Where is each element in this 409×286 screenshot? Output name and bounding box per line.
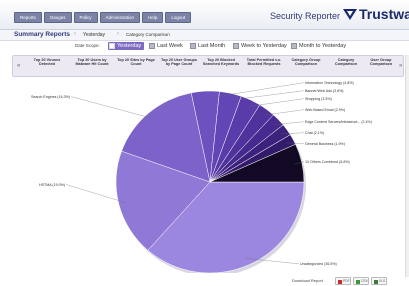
pie-leader-line bbox=[228, 90, 304, 101]
brand-logo: Trustwave bbox=[343, 6, 409, 22]
pie-label: Uncategorized (36.5%) bbox=[300, 262, 337, 266]
date-last-week-button[interactable]: Last Week bbox=[148, 42, 186, 50]
tabs-scroll-left-icon[interactable]: « bbox=[17, 63, 20, 69]
tab-permitted-vs-blocked[interactable]: Total Permitted v.s. Blocked Requests bbox=[243, 58, 285, 76]
pie-label: Edge Content Servers/Infrastruct... (2.4… bbox=[305, 120, 372, 124]
download-pdf-label: PDF bbox=[343, 279, 350, 284]
date-month-to-yesterday-label: Month to Yesterday bbox=[299, 43, 347, 49]
tab-top-sites[interactable]: Top 20 Sites by Page Count bbox=[116, 58, 156, 76]
download-xls-label: XLS bbox=[379, 279, 386, 284]
breadcrumb-yesterday[interactable]: Yesterday bbox=[83, 32, 105, 38]
nav-policy[interactable]: Policy bbox=[73, 12, 98, 23]
date-month-to-yesterday-button[interactable]: Month to Yesterday bbox=[290, 42, 349, 50]
nav-gauges[interactable]: Gauges bbox=[43, 12, 72, 23]
tab-user-group-comparison[interactable]: User Group Comparison bbox=[365, 58, 397, 76]
date-last-month-label: Last Month bbox=[198, 43, 226, 49]
pie-leader-line bbox=[205, 82, 304, 99]
date-week-to-yesterday-label: Week to Yesterday bbox=[241, 43, 287, 49]
calendar-icon bbox=[149, 43, 155, 49]
pie-label: Chat (2.1%) bbox=[305, 131, 324, 135]
tab-top-viruses[interactable]: Top 20 Viruses Detected bbox=[27, 58, 67, 76]
breadcrumb-separator-icon: › bbox=[74, 31, 76, 37]
xls-icon bbox=[374, 279, 378, 284]
download-csv-label: CSV bbox=[361, 279, 368, 284]
footer-bar: Download Report PDF CSV XLS bbox=[0, 276, 409, 286]
date-scope-label: Date Scope: bbox=[75, 43, 100, 48]
download-pdf-button[interactable]: PDF bbox=[335, 277, 351, 285]
pie-label: Information Technology (4.8%) bbox=[305, 81, 354, 85]
pie-label: Web Based Email (2.9%) bbox=[305, 108, 345, 112]
calendar-icon bbox=[291, 43, 297, 49]
date-last-week-label: Last Week bbox=[157, 43, 183, 49]
top-header: Reports Gauges Policy Administration Hel… bbox=[0, 0, 409, 30]
download-xls-button[interactable]: XLS bbox=[371, 277, 387, 285]
tab-top-user-groups[interactable]: Top 20 User Groups by Page Count bbox=[159, 58, 199, 76]
nav-administration[interactable]: Administration bbox=[99, 12, 141, 23]
tab-category-group-comparison[interactable]: Category Group Comparison bbox=[287, 58, 325, 76]
pie-label: Shopping (3.5%) bbox=[305, 97, 332, 101]
calendar-icon bbox=[109, 43, 115, 49]
brand-name: Trustwave bbox=[359, 6, 409, 22]
date-scope-bar: Date Scope: Yesterday Last Week Last Mon… bbox=[0, 41, 409, 52]
calendar-icon bbox=[233, 43, 239, 49]
nav-reports[interactable]: Reports bbox=[14, 12, 42, 23]
breadcrumb-category-comparison: Category Comparison bbox=[126, 32, 170, 37]
pie-label: General Business (1.9%) bbox=[305, 142, 345, 146]
calendar-icon bbox=[190, 43, 196, 49]
pie-leader-line bbox=[71, 96, 154, 119]
pie-label: Banner/Web Ads (3.8%) bbox=[305, 89, 344, 93]
nav-logout[interactable]: Logout bbox=[165, 12, 192, 23]
breadcrumb: Summary Reports › Yesterday › Category C… bbox=[0, 30, 409, 41]
nav-help[interactable]: Help bbox=[142, 12, 164, 23]
chart-area: Uncategorized (36.5%) HSTMA (19.0%) Search… bbox=[10, 78, 404, 273]
pie-chart: Uncategorized (36.5%) HSTMA (19.0%) Search… bbox=[31, 81, 372, 273]
tab-top-users-malware[interactable]: Top 20 Users by Malware Hit Count bbox=[71, 58, 113, 76]
csv-icon bbox=[356, 279, 360, 284]
trustwave-logo-icon bbox=[343, 9, 357, 20]
tabs-scroll-right-icon[interactable]: » bbox=[399, 63, 402, 69]
report-tabs: « Top 20 Viruses Detected Top 20 Users b… bbox=[12, 55, 404, 77]
pie-label: HSTMA (19.0%) bbox=[39, 183, 65, 187]
pdf-icon bbox=[338, 279, 342, 284]
pie-label: Search Engines (16.3%) bbox=[31, 95, 70, 99]
breadcrumb-summary-reports[interactable]: Summary Reports bbox=[14, 31, 70, 38]
download-report-label: Download Report bbox=[292, 278, 323, 283]
tab-top-blocked-keywords[interactable]: Top 20 Blocked Searched Keywords bbox=[201, 58, 241, 76]
pie-label: 10 Others Combined (6.8%) bbox=[305, 160, 350, 164]
date-yesterday-button[interactable]: Yesterday bbox=[108, 42, 145, 50]
app-title: Security Reporter bbox=[270, 11, 341, 21]
date-week-to-yesterday-button[interactable]: Week to Yesterday bbox=[232, 42, 290, 50]
breadcrumb-separator-icon: › bbox=[117, 31, 119, 37]
tab-category-comparison[interactable]: Category Comparison bbox=[328, 58, 364, 76]
top-nav: Reports Gauges Policy Administration Hel… bbox=[14, 12, 192, 23]
date-yesterday-label: Yesterday bbox=[117, 43, 142, 49]
date-last-month-button[interactable]: Last Month bbox=[189, 42, 228, 50]
download-csv-button[interactable]: CSV bbox=[353, 277, 369, 285]
vertical-scrollbar[interactable] bbox=[405, 55, 409, 277]
